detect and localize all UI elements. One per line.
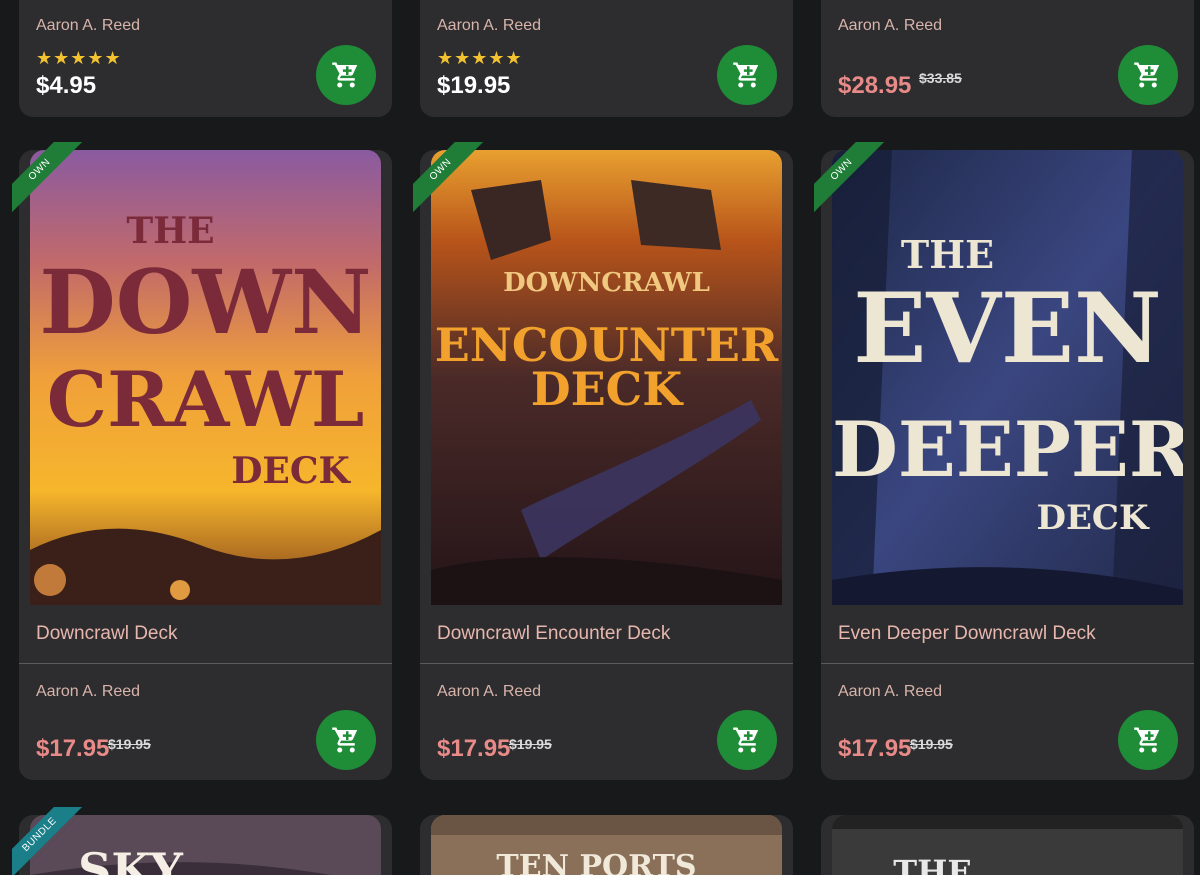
cover-title-line: CRAWL (46, 355, 365, 444)
product-card[interactable]: Aaron A. Reed $28.95 $33.85 (821, 0, 1194, 117)
product-cover-image[interactable]: DOWNCRAWL ENCOUNTER DECK (431, 150, 782, 605)
cover-title-line: SKY (78, 843, 183, 875)
add-to-cart-button[interactable] (1118, 45, 1178, 105)
divider (19, 663, 392, 664)
product-card[interactable]: Aaron A. Reed ★★★★★ $4.95 (19, 0, 392, 117)
product-price: $4.95 (36, 72, 97, 99)
product-cover-image[interactable]: THE EVEN DEEPER DECK (832, 150, 1183, 605)
product-author[interactable]: Aaron A. Reed (437, 683, 541, 701)
own-badge: OWN (413, 142, 483, 212)
cover-title-line: THE (126, 210, 215, 252)
own-badge: OWN (12, 142, 82, 212)
product-price: $28.95 (838, 72, 912, 99)
cover-title-line: DECK (1036, 498, 1149, 538)
product-card[interactable]: OWN THE DOWN CRAWL DECK Downcrawl Deck A… (12, 142, 392, 780)
divider (420, 663, 793, 664)
cover-title-line: EVEN (853, 272, 1162, 385)
add-to-cart-button[interactable] (316, 710, 376, 770)
cover-title-line: TEN PORTS (496, 849, 697, 875)
add-to-cart-button[interactable] (1118, 710, 1178, 770)
cover-title-line: DECK (530, 362, 683, 416)
cover-title-line: THE (900, 232, 995, 277)
product-price: $19.95 (437, 72, 511, 99)
divider (821, 663, 1194, 664)
product-cover-image[interactable]: THE (832, 815, 1183, 875)
star-rating: ★★★★★ (36, 48, 122, 68)
original-price: $33.85 (919, 70, 962, 86)
add-to-cart-icon (733, 727, 759, 753)
product-title[interactable]: Downcrawl Deck (36, 623, 177, 645)
product-grid: Aaron A. Reed ★★★★★ $4.95 Aaron A. Reed … (0, 0, 1200, 875)
original-price: $19.95 (910, 736, 953, 752)
add-to-cart-icon (1134, 727, 1160, 753)
add-to-cart-icon (332, 62, 358, 88)
product-card[interactable]: OWN THE EVEN DEEPER DECK Even Deeper Dow… (814, 142, 1194, 780)
product-author[interactable]: Aaron A. Reed (36, 683, 140, 701)
add-to-cart-button[interactable] (717, 710, 777, 770)
bundle-badge: BUNDLE (12, 807, 82, 875)
product-cover-image[interactable]: SKY (30, 815, 381, 875)
product-card[interactable]: TEN PORTS (420, 815, 793, 875)
add-to-cart-button[interactable] (316, 45, 376, 105)
product-card[interactable]: OWN DOWNCRAWL ENCOUNTER DECK Downcrawl E… (413, 142, 793, 780)
add-to-cart-button[interactable] (717, 45, 777, 105)
product-title[interactable]: Downcrawl Encounter Deck (437, 623, 670, 645)
cover-title-line: THE (893, 853, 972, 875)
add-to-cart-icon (1134, 62, 1160, 88)
product-author[interactable]: Aaron A. Reed (838, 17, 942, 35)
add-to-cart-icon (332, 727, 358, 753)
product-price: $17.95 (437, 735, 511, 762)
own-badge: OWN (814, 142, 884, 212)
product-cover-image[interactable]: THE DOWN CRAWL DECK (30, 150, 381, 605)
product-price: $17.95 (36, 735, 110, 762)
product-title[interactable]: Even Deeper Downcrawl Deck (838, 623, 1096, 645)
cover-title-line: DOWNCRAWL (503, 268, 710, 298)
original-price: $19.95 (108, 736, 151, 752)
cover-title-line: DECK (231, 450, 350, 492)
product-author[interactable]: Aaron A. Reed (838, 683, 942, 701)
add-to-cart-icon (733, 62, 759, 88)
product-cover-image[interactable]: TEN PORTS (431, 815, 782, 875)
cover-title-line: DEEPER (832, 405, 1183, 494)
product-author[interactable]: Aaron A. Reed (36, 17, 140, 35)
product-card[interactable]: THE (821, 815, 1194, 875)
original-price: $19.95 (509, 736, 552, 752)
product-card[interactable]: Aaron A. Reed ★★★★★ $19.95 (420, 0, 793, 117)
star-rating: ★★★★★ (437, 48, 523, 68)
product-author[interactable]: Aaron A. Reed (437, 17, 541, 35)
product-price: $17.95 (838, 735, 912, 762)
cover-title-line: DOWN (39, 250, 372, 354)
